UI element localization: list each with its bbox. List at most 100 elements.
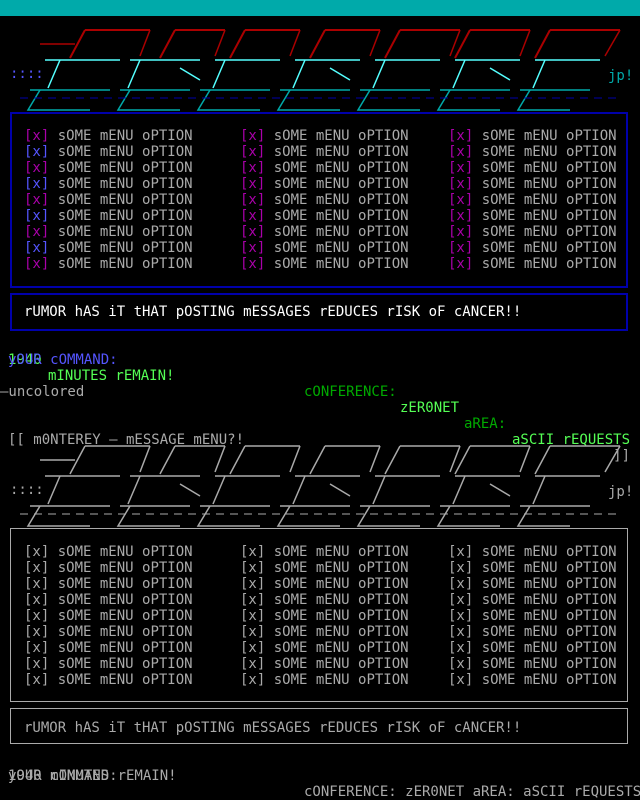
- checkbox-icon[interactable]: [x]: [240, 208, 265, 224]
- menu-option[interactable]: [x] sOME mENU oPTION: [24, 544, 193, 560]
- menu-option[interactable]: [x] sOME mENU oPTION: [24, 608, 193, 624]
- menu-option[interactable]: [x] sOME mENU oPTION: [448, 160, 617, 176]
- checkbox-icon[interactable]: [x]: [240, 224, 265, 240]
- menu-option[interactable]: [x] sOME mENU oPTION: [448, 240, 617, 256]
- menu-option[interactable]: [x] sOME mENU oPTION: [448, 640, 617, 656]
- checkbox-icon[interactable]: [x]: [448, 608, 473, 624]
- menu-option[interactable]: [x] sOME mENU oPTION: [240, 176, 409, 192]
- menu-option[interactable]: [x] sOME mENU oPTION: [24, 176, 193, 192]
- checkbox-icon[interactable]: [x]: [448, 256, 473, 272]
- checkbox-icon[interactable]: [x]: [24, 544, 49, 560]
- checkbox-icon[interactable]: [x]: [24, 224, 49, 240]
- menu-option[interactable]: [x] sOME mENU oPTION: [448, 208, 617, 224]
- checkbox-icon[interactable]: [x]: [24, 656, 49, 672]
- menu-option[interactable]: [x] sOME mENU oPTION: [448, 608, 617, 624]
- menu-option[interactable]: [x] sOME mENU oPTION: [240, 160, 409, 176]
- checkbox-icon[interactable]: [x]: [240, 160, 265, 176]
- checkbox-icon[interactable]: [x]: [24, 608, 49, 624]
- checkbox-icon[interactable]: [x]: [240, 240, 265, 256]
- menu-option[interactable]: [x] sOME mENU oPTION: [24, 560, 193, 576]
- checkbox-icon[interactable]: [x]: [24, 192, 49, 208]
- menu-option[interactable]: [x] sOME mENU oPTION: [240, 560, 409, 576]
- menu-option[interactable]: [x] sOME mENU oPTION: [24, 208, 193, 224]
- checkbox-icon[interactable]: [x]: [240, 192, 265, 208]
- checkbox-icon[interactable]: [x]: [24, 160, 49, 176]
- menu-option[interactable]: [x] sOME mENU oPTION: [240, 224, 409, 240]
- menu-option[interactable]: [x] sOME mENU oPTION: [448, 224, 617, 240]
- checkbox-icon[interactable]: [x]: [448, 656, 473, 672]
- checkbox-icon[interactable]: [x]: [24, 176, 49, 192]
- menu-option[interactable]: [x] sOME mENU oPTION: [240, 640, 409, 656]
- menu-option[interactable]: [x] sOME mENU oPTION: [240, 192, 409, 208]
- checkbox-icon[interactable]: [x]: [24, 256, 49, 272]
- checkbox-icon[interactable]: [x]: [24, 560, 49, 576]
- checkbox-icon[interactable]: [x]: [240, 672, 265, 688]
- checkbox-icon[interactable]: [x]: [240, 656, 265, 672]
- checkbox-icon[interactable]: [x]: [240, 624, 265, 640]
- menu-option[interactable]: [x] sOME mENU oPTION: [24, 160, 193, 176]
- checkbox-icon[interactable]: [x]: [448, 544, 473, 560]
- menu-option[interactable]: [x] sOME mENU oPTION: [24, 592, 193, 608]
- checkbox-icon[interactable]: [x]: [24, 144, 49, 160]
- checkbox-icon[interactable]: [x]: [24, 576, 49, 592]
- menu-option[interactable]: [x] sOME mENU oPTION: [240, 240, 409, 256]
- checkbox-icon[interactable]: [x]: [240, 256, 265, 272]
- checkbox-icon[interactable]: [x]: [448, 144, 473, 160]
- menu-option[interactable]: [x] sOME mENU oPTION: [240, 672, 409, 688]
- checkbox-icon[interactable]: [x]: [240, 128, 265, 144]
- checkbox-icon[interactable]: [x]: [448, 672, 473, 688]
- menu-option[interactable]: [x] sOME mENU oPTION: [448, 624, 617, 640]
- menu-option[interactable]: [x] sOME mENU oPTION: [448, 544, 617, 560]
- checkbox-icon[interactable]: [x]: [24, 128, 49, 144]
- checkbox-icon[interactable]: [x]: [24, 624, 49, 640]
- menu-option[interactable]: [x] sOME mENU oPTION: [24, 672, 193, 688]
- menu-option[interactable]: [x] sOME mENU oPTION: [24, 624, 193, 640]
- checkbox-icon[interactable]: [x]: [448, 176, 473, 192]
- checkbox-icon[interactable]: [x]: [24, 592, 49, 608]
- menu-option[interactable]: [x] sOME mENU oPTION: [448, 576, 617, 592]
- checkbox-icon[interactable]: [x]: [448, 192, 473, 208]
- menu-option[interactable]: [x] sOME mENU oPTION: [240, 208, 409, 224]
- checkbox-icon[interactable]: [x]: [240, 144, 265, 160]
- menu-option[interactable]: [x] sOME mENU oPTION: [24, 144, 193, 160]
- menu-option[interactable]: [x] sOME mENU oPTION: [24, 192, 193, 208]
- checkbox-icon[interactable]: [x]: [240, 560, 265, 576]
- menu-option[interactable]: [x] sOME mENU oPTION: [240, 592, 409, 608]
- checkbox-icon[interactable]: [x]: [24, 240, 49, 256]
- checkbox-icon[interactable]: [x]: [448, 560, 473, 576]
- checkbox-icon[interactable]: [x]: [448, 128, 473, 144]
- command-prompt[interactable]: yOUR cOMMAND:: [8, 352, 640, 368]
- menu-option[interactable]: [x] sOME mENU oPTION: [240, 144, 409, 160]
- menu-option[interactable]: [x] sOME mENU oPTION: [448, 256, 617, 272]
- checkbox-icon[interactable]: [x]: [448, 160, 473, 176]
- menu-option[interactable]: [x] sOME mENU oPTION: [24, 224, 193, 240]
- menu-option[interactable]: [x] sOME mENU oPTION: [240, 576, 409, 592]
- checkbox-icon[interactable]: [x]: [240, 576, 265, 592]
- menu-option[interactable]: [x] sOME mENU oPTION: [240, 608, 409, 624]
- menu-option[interactable]: [x] sOME mENU oPTION: [24, 656, 193, 672]
- menu-option[interactable]: [x] sOME mENU oPTION: [24, 240, 193, 256]
- checkbox-icon[interactable]: [x]: [448, 224, 473, 240]
- menu-option[interactable]: [x] sOME mENU oPTION: [24, 256, 193, 272]
- menu-option[interactable]: [x] sOME mENU oPTION: [448, 656, 617, 672]
- menu-option[interactable]: [x] sOME mENU oPTION: [240, 128, 409, 144]
- menu-option[interactable]: [x] sOME mENU oPTION: [24, 128, 193, 144]
- menu-option[interactable]: [x] sOME mENU oPTION: [448, 672, 617, 688]
- checkbox-icon[interactable]: [x]: [448, 624, 473, 640]
- checkbox-icon[interactable]: [x]: [448, 240, 473, 256]
- menu-option[interactable]: [x] sOME mENU oPTION: [448, 592, 617, 608]
- command-prompt-uncolored[interactable]: yOUR cOMMAND:: [8, 768, 640, 784]
- menu-option[interactable]: [x] sOME mENU oPTION: [240, 256, 409, 272]
- menu-option[interactable]: [x] sOME mENU oPTION: [240, 544, 409, 560]
- checkbox-icon[interactable]: [x]: [24, 640, 49, 656]
- checkbox-icon[interactable]: [x]: [240, 608, 265, 624]
- checkbox-icon[interactable]: [x]: [24, 208, 49, 224]
- menu-option[interactable]: [x] sOME mENU oPTION: [448, 176, 617, 192]
- menu-option[interactable]: [x] sOME mENU oPTION: [240, 656, 409, 672]
- checkbox-icon[interactable]: [x]: [240, 640, 265, 656]
- checkbox-icon[interactable]: [x]: [240, 544, 265, 560]
- checkbox-icon[interactable]: [x]: [448, 576, 473, 592]
- menu-option[interactable]: [x] sOME mENU oPTION: [24, 640, 193, 656]
- menu-option[interactable]: [x] sOME mENU oPTION: [448, 192, 617, 208]
- checkbox-icon[interactable]: [x]: [240, 176, 265, 192]
